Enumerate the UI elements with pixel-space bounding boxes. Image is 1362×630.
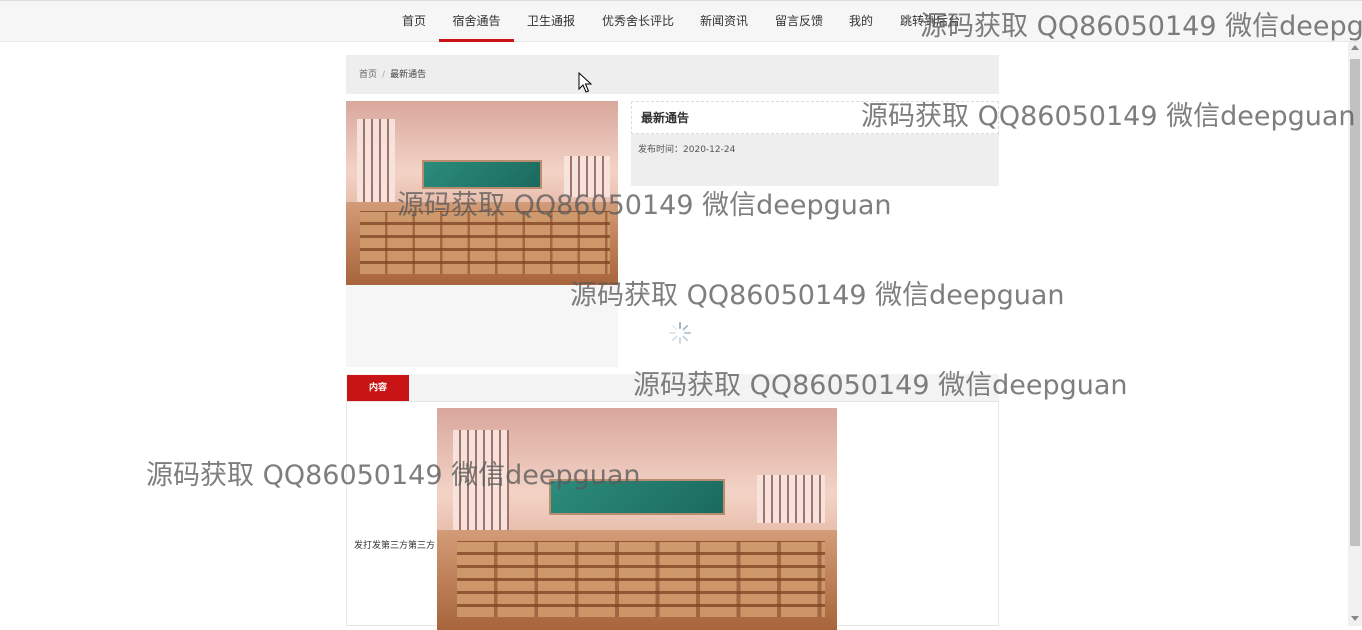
nav-item-hygiene-report[interactable]: 卫生通报 — [521, 1, 581, 42]
content-panel: 发打发第三方第三方 — [346, 402, 999, 630]
nav-item-home[interactable]: 首页 — [396, 1, 432, 42]
nav-item-dorm-notice[interactable]: 宿舍通告 — [439, 1, 514, 42]
nav-item-mine[interactable]: 我的 — [843, 1, 879, 42]
tab-content[interactable]: 内容 — [347, 375, 409, 401]
notice-cover-image — [346, 101, 618, 285]
vertical-scrollbar[interactable] — [1348, 42, 1362, 626]
nav-item-news[interactable]: 新闻资讯 — [694, 1, 754, 42]
content-text: 发打发第三方第三方 — [354, 541, 436, 551]
nav-item-feedback[interactable]: 留言反馈 — [769, 1, 829, 42]
breadcrumb-separator: / — [382, 70, 386, 80]
notice-title-box: 最新通告 — [631, 101, 999, 134]
breadcrumb: 首页 / 最新通告 — [346, 55, 999, 94]
content-tab-bar: 内容 — [346, 374, 999, 402]
published-label: 发布时间： — [638, 145, 684, 155]
scroll-down-arrow-icon[interactable] — [1351, 616, 1359, 621]
top-navigation: 首页 宿舍通告 卫生通报 优秀舍长评比 新闻资讯 留言反馈 我的 跳转到后台 — [0, 0, 1362, 42]
content-image — [437, 408, 837, 630]
notice-title: 最新通告 — [641, 111, 690, 125]
nav-item-dorm-leader-rating[interactable]: 优秀舍长评比 — [596, 1, 680, 42]
watermark-text: 源码获取 QQ86050149 微信deepguan — [570, 280, 1065, 311]
notice-cover-container — [346, 101, 618, 367]
nav-item-goto-admin[interactable]: 跳转到后台 — [895, 1, 965, 42]
breadcrumb-home-link[interactable]: 首页 — [359, 55, 377, 95]
notice-meta: 发布时间：2020-12-24 — [631, 134, 999, 186]
scrollbar-thumb[interactable] — [1350, 59, 1360, 546]
arrow-cursor-icon — [578, 72, 592, 93]
loading-spinner-icon — [668, 321, 692, 345]
scroll-up-arrow-icon[interactable] — [1351, 45, 1359, 50]
breadcrumb-current: 最新通告 — [390, 70, 427, 80]
published-date: 2020-12-24 — [683, 145, 736, 155]
